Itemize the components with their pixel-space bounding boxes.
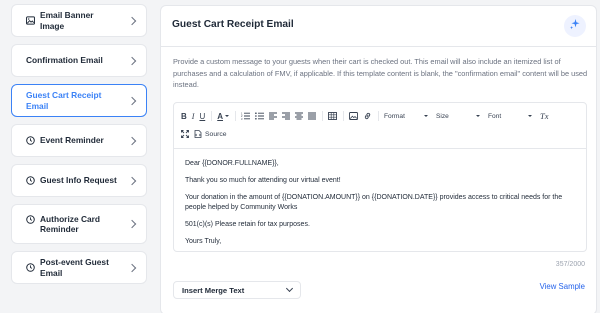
- chevron-right-icon: [127, 16, 137, 25]
- toolbar-divider: [378, 111, 380, 121]
- clock-icon: [26, 176, 35, 185]
- sidebar-item-guest-cart-receipt-email[interactable]: Guest Cart Receipt Email: [11, 84, 147, 117]
- toolbar-row-2: Source: [181, 127, 232, 141]
- chevron-down-icon: [285, 284, 294, 293]
- sidebar-item-label: Authorize Card Reminder: [40, 213, 101, 235]
- underline-button[interactable]: U: [199, 109, 205, 123]
- sidebar-item-label: Confirmation Email: [26, 55, 103, 66]
- caret-down-icon: [225, 115, 230, 117]
- content-paragraph: Yours Truly,: [185, 238, 222, 245]
- sidebar-item-guest-info-request[interactable]: Guest Info Request: [11, 164, 147, 197]
- caret-down-icon: [476, 115, 481, 117]
- chevron-right-icon: [127, 136, 137, 145]
- sidebar-item-label: Post-event Guest Email: [40, 257, 109, 278]
- character-counter: 357/2000: [555, 261, 585, 268]
- format-select-label: Format: [384, 112, 405, 120]
- align-right-button[interactable]: [282, 109, 291, 123]
- sidebar: Email Banner Image Confirmation Email Gu…: [0, 0, 156, 313]
- size-select[interactable]: Size: [436, 112, 481, 120]
- sidebar-item-post-event-guest-email[interactable]: Post-event Guest Email: [11, 251, 147, 284]
- clear-format-icon: Tx: [540, 111, 549, 121]
- page-title: Guest Cart Receipt Email: [172, 19, 294, 30]
- sidebar-item-label: Guest Cart Receipt Email: [26, 90, 102, 111]
- sidebar-item-label: Email Banner Image: [40, 10, 94, 31]
- svg-text:3: 3: [241, 117, 243, 120]
- numbered-list-button[interactable]: 123: [241, 109, 251, 123]
- chevron-right-icon: [127, 56, 137, 65]
- content-paragraph: Your donation in the amount of {{DONATIO…: [185, 194, 563, 211]
- toolbar-divider: [343, 111, 345, 121]
- sidebar-item-email-banner-image[interactable]: Email Banner Image: [11, 4, 147, 37]
- sidebar-item-authorize-card-reminder[interactable]: Authorize Card Reminder: [11, 204, 147, 244]
- insert-merge-text-dropdown[interactable]: Insert Merge Text: [173, 281, 301, 299]
- editor-content[interactable]: Dear {{DONOR.FULLNAME}}, Thank you so mu…: [174, 149, 586, 251]
- align-left-button[interactable]: [269, 109, 278, 123]
- sidebar-item-confirmation-email[interactable]: Confirmation Email: [11, 44, 147, 77]
- rich-text-editor: B I U A 123 Format Size Font Tx Source D…: [173, 102, 587, 252]
- chevron-right-icon: [127, 263, 137, 272]
- header-divider: [161, 46, 596, 47]
- view-sample-link[interactable]: View Sample: [540, 282, 585, 291]
- toolbar-divider: [211, 111, 213, 121]
- insert-link-button[interactable]: [363, 109, 372, 123]
- insert-merge-text-label: Insert Merge Text: [182, 285, 245, 295]
- align-left-icon: [269, 112, 278, 120]
- bulleted-list-button[interactable]: [255, 109, 265, 123]
- sidebar-item-label: Guest Info Request: [40, 175, 117, 186]
- size-select-label: Size: [436, 112, 449, 120]
- content-paragraph: Dear {{DONOR.FULLNAME}},: [185, 160, 279, 167]
- font-select-label: Font: [488, 112, 502, 120]
- source-icon: [194, 130, 202, 138]
- content-paragraph: 501(c)(s) Please retain for tax purposes…: [185, 221, 310, 228]
- clear-format-button[interactable]: Tx: [540, 109, 549, 123]
- template-description: Provide a custom message to your guests …: [173, 57, 588, 90]
- chevron-right-icon: [127, 96, 137, 105]
- format-select[interactable]: Format: [384, 112, 429, 120]
- image-icon: [26, 16, 35, 25]
- clock-icon: [26, 136, 35, 145]
- bold-button[interactable]: B: [181, 109, 187, 123]
- align-justify-button[interactable]: [308, 109, 317, 123]
- toolbar-row-1: B I U A 123 Format Size Font Tx: [181, 109, 554, 123]
- font-color-label: A: [217, 111, 224, 121]
- link-icon: [364, 112, 371, 120]
- font-color-button[interactable]: A: [217, 109, 230, 123]
- align-justify-icon: [308, 112, 317, 120]
- caret-down-icon: [424, 115, 429, 117]
- maximize-button[interactable]: [181, 127, 189, 141]
- clock-icon: [26, 263, 35, 272]
- image-icon: [349, 112, 358, 120]
- align-right-icon: [282, 112, 291, 120]
- toolbar-divider: [322, 111, 324, 121]
- sidebar-item-event-reminder[interactable]: Event Reminder: [11, 124, 147, 157]
- editor-toolbar: B I U A 123 Format Size Font Tx Source: [174, 103, 586, 149]
- table-button[interactable]: [328, 109, 337, 123]
- insert-image-button[interactable]: [349, 109, 358, 123]
- app-root: Email Banner Image Confirmation Email Gu…: [0, 0, 600, 313]
- chevron-right-icon: [127, 176, 137, 185]
- caret-down-icon: [528, 115, 533, 117]
- align-center-icon: [295, 112, 304, 120]
- maximize-icon: [181, 130, 189, 138]
- content-paragraph: Thank you so much for attending our virt…: [185, 177, 341, 184]
- align-center-button[interactable]: [295, 109, 304, 123]
- source-button[interactable]: Source: [194, 127, 227, 141]
- font-select[interactable]: Font: [488, 112, 533, 120]
- sidebar-item-label: Event Reminder: [40, 135, 104, 146]
- email-template-panel: Guest Cart Receipt Email Provide a custo…: [160, 5, 597, 313]
- bulleted-list-icon: [255, 112, 265, 120]
- ai-assist-button[interactable]: [564, 15, 586, 37]
- sparkle-icon: [569, 17, 581, 35]
- numbered-list-icon: 123: [241, 112, 251, 120]
- italic-button[interactable]: I: [192, 109, 195, 123]
- source-label: Source: [205, 130, 227, 138]
- table-icon: [328, 112, 337, 120]
- chevron-right-icon: [127, 219, 137, 229]
- toolbar-divider: [235, 111, 237, 121]
